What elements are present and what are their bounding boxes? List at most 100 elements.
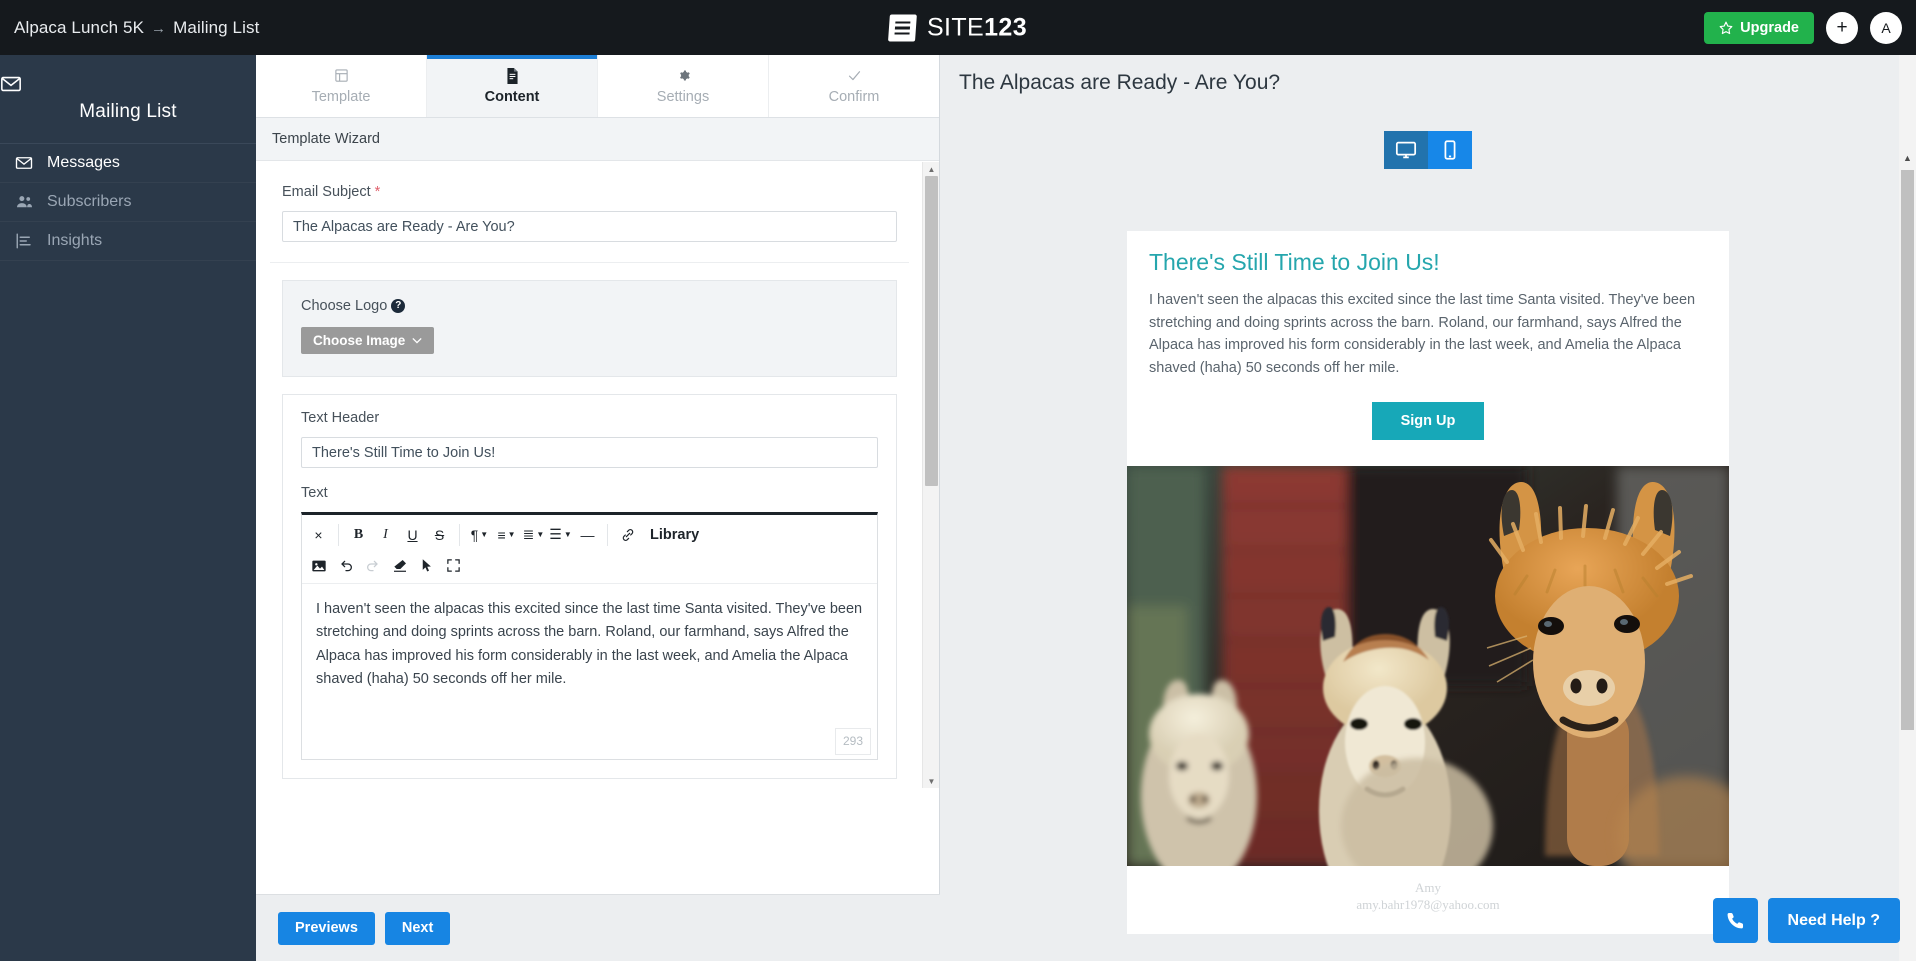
eraser-icon[interactable]: [386, 552, 413, 579]
phone-button[interactable]: [1712, 898, 1758, 943]
email-footer-email: amy.bahr1978@yahoo.com: [1356, 897, 1500, 913]
device-toggle: [1384, 131, 1472, 169]
preview-panel: The Alpacas are Ready - Are You? There's…: [940, 55, 1916, 961]
strikethrough-icon[interactable]: S: [426, 521, 453, 548]
rich-text-editor: × B I U S ¶ ▼ ≡ ▼ ≣ ▼ ☰ ▼ — Library I ha…: [301, 512, 878, 760]
users-icon: [14, 193, 34, 211]
sidebar-item-label: Subscribers: [47, 193, 132, 210]
horizontal-rule-icon[interactable]: —: [574, 521, 601, 548]
chevron-down-icon: ▼: [563, 530, 572, 539]
italic-icon[interactable]: I: [372, 521, 399, 548]
text-header-input[interactable]: [301, 437, 878, 468]
tab-label: Confirm: [828, 88, 880, 105]
breadcrumb-site[interactable]: Alpaca Lunch 5K: [14, 18, 144, 37]
chart-bar-icon: [14, 232, 34, 250]
align-glyph: ≡: [497, 526, 506, 543]
tab-label: Template: [311, 88, 371, 105]
scroll-up-icon[interactable]: ▲: [923, 162, 940, 176]
star-icon: [1719, 21, 1733, 35]
previews-button[interactable]: Previews: [278, 911, 375, 945]
editor-footer: Previews Next: [256, 894, 940, 961]
redo-icon[interactable]: [359, 552, 386, 579]
email-subject-field: Email Subject *: [270, 162, 909, 263]
library-button[interactable]: Library: [641, 521, 708, 548]
wizard-tabs: Template Content Settings Confirm: [256, 55, 939, 118]
help-icon[interactable]: ?: [391, 299, 406, 313]
mobile-view-button[interactable]: [1428, 131, 1472, 169]
scroll-up-icon[interactable]: ▲: [1899, 150, 1916, 166]
sidebar-item-label: Messages: [47, 154, 120, 171]
ordered-list-icon[interactable]: ≣ ▼: [520, 521, 547, 548]
text-header-label: Text Header: [301, 410, 380, 426]
sidebar-item-messages[interactable]: Messages: [0, 144, 256, 183]
underline-icon[interactable]: U: [399, 521, 426, 548]
email-preview: There's Still Time to Join Us! I haven't…: [1127, 231, 1729, 934]
breadcrumb-section[interactable]: Mailing List: [173, 18, 259, 37]
gear-icon: [676, 68, 691, 84]
clear-formatting-icon[interactable]: ×: [305, 521, 332, 548]
add-button[interactable]: +: [1826, 11, 1858, 44]
sidebar-item-insights[interactable]: Insights: [0, 222, 256, 261]
choose-image-button[interactable]: Choose Image: [301, 327, 435, 354]
choose-logo-card: Choose Logo ? Choose Image: [282, 280, 897, 377]
site123-mark-icon: [888, 14, 917, 41]
need-help-button[interactable]: Need Help ?: [1767, 898, 1900, 943]
paragraph-format-icon[interactable]: ¶ ▼: [466, 521, 493, 548]
breadcrumb-separator-icon: →: [151, 19, 167, 37]
email-subject-input[interactable]: [282, 211, 897, 242]
undo-icon[interactable]: [332, 552, 359, 579]
character-counter: 293: [834, 727, 871, 755]
next-button[interactable]: Next: [384, 911, 451, 945]
brand-secondary: 123: [984, 13, 1028, 41]
fullscreen-icon[interactable]: [440, 552, 467, 579]
rte-toolbar: × B I U S ¶ ▼ ≡ ▼ ≣ ▼ ☰ ▼ — Library: [302, 515, 877, 584]
email-subject-label: Email Subject *: [282, 184, 897, 200]
editor-scrollbar[interactable]: ▲ ▼: [922, 162, 939, 788]
sidebar: Mailing List Messages Subscribers Insigh…: [0, 55, 256, 961]
sidebar-title: Mailing List: [79, 101, 177, 122]
alpacas-photo: [1127, 466, 1729, 867]
sign-up-button[interactable]: Sign Up: [1371, 402, 1485, 441]
email-heading: There's Still Time to Join Us!: [1149, 249, 1440, 275]
select-cursor-icon[interactable]: [413, 552, 440, 579]
unordered-list-icon[interactable]: ☰ ▼: [547, 521, 574, 548]
email-cta-wrapper: Sign Up: [1127, 380, 1729, 466]
required-marker: *: [374, 184, 381, 200]
insert-image-icon[interactable]: [305, 552, 332, 579]
tab-confirm[interactable]: Confirm: [769, 55, 939, 117]
site123-logo: SITE123: [888, 13, 1028, 42]
align-icon[interactable]: ≡ ▼: [493, 521, 520, 548]
scrollbar-thumb[interactable]: [925, 176, 938, 486]
check-icon: [846, 68, 863, 84]
text-content-card: Text Header Text × B I U S ¶▼ ≡▼ ≣▼: [282, 394, 897, 779]
wizard-title: Template Wizard: [256, 118, 939, 161]
top-bar-actions: Upgrade + A: [1704, 11, 1902, 44]
preview-scrollbar[interactable]: ▲: [1899, 55, 1916, 961]
upgrade-button[interactable]: Upgrade: [1704, 11, 1814, 44]
text-label: Text: [301, 485, 328, 501]
top-bar: Alpaca Lunch 5K → Mailing List SITE123 Upg…: [0, 0, 1916, 55]
chevron-down-icon: [412, 337, 422, 344]
desktop-view-button[interactable]: [1384, 131, 1428, 169]
tab-settings[interactable]: Settings: [598, 55, 769, 117]
sidebar-item-subscribers[interactable]: Subscribers: [0, 183, 256, 222]
chevron-down-icon: ▼: [536, 530, 545, 539]
rte-content[interactable]: I haven't seen the alpacas this excited …: [302, 584, 877, 759]
upgrade-label: Upgrade: [1740, 19, 1799, 36]
rte-toolbar-row-1: × B I U S ¶ ▼ ≡ ▼ ≣ ▼ ☰ ▼ — Library: [302, 519, 877, 550]
grid-icon: [334, 68, 349, 84]
help-widgets: Need Help ?: [1712, 898, 1900, 943]
link-icon[interactable]: [614, 521, 641, 548]
scroll-down-icon[interactable]: ▼: [923, 774, 940, 788]
bold-icon[interactable]: B: [345, 521, 372, 548]
avatar[interactable]: A: [1870, 11, 1902, 44]
sidebar-header: Mailing List: [0, 55, 256, 144]
scrollbar-thumb[interactable]: [1901, 170, 1914, 730]
brand-primary: SITE: [926, 13, 985, 41]
tab-template[interactable]: Template: [256, 55, 427, 117]
tab-content[interactable]: Content: [427, 55, 598, 117]
unordered-list-glyph: ☰: [549, 526, 562, 542]
form-area: Email Subject * Choose Logo ? Choose Ima…: [256, 162, 923, 788]
envelope-icon: [0, 73, 256, 95]
email-footer-name: Amy: [1415, 880, 1441, 896]
